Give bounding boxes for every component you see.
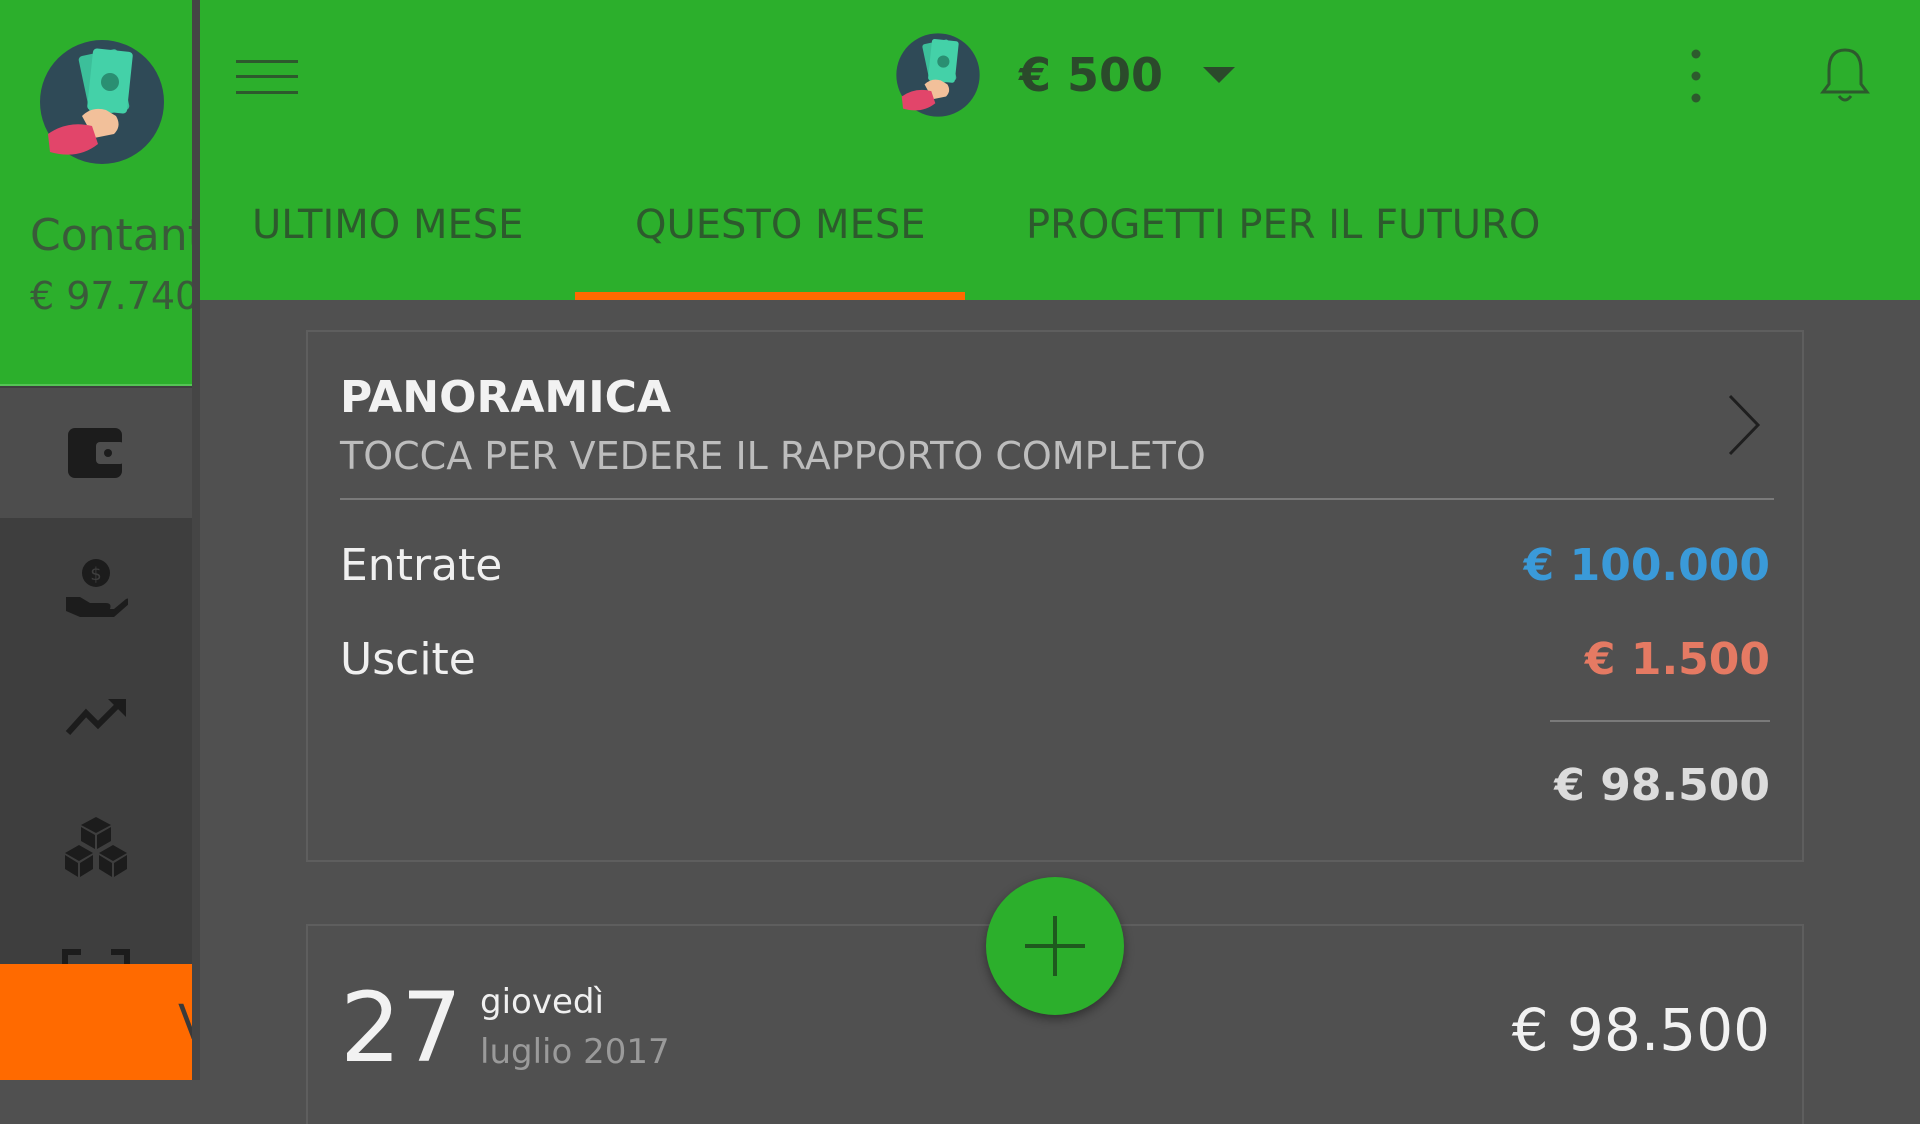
overview-title: PANORAMICA <box>340 372 671 423</box>
overview-total: € 98.500 <box>1554 760 1770 811</box>
income-label: Entrate <box>340 540 503 591</box>
hand-coin-icon: $ <box>66 559 128 617</box>
day-month-year: luglio 2017 <box>480 1032 670 1072</box>
sidebar: Contanti € 97.740 $ <box>0 0 192 1080</box>
plus-icon <box>1025 916 1085 976</box>
account-balance: € 97.740 <box>30 274 192 318</box>
expense-label: Uscite <box>340 634 476 685</box>
sidebar-banner-text: V <box>178 995 192 1051</box>
overview-divider <box>340 498 1774 500</box>
chevron-right-icon <box>1728 394 1761 456</box>
hamburger-menu-icon[interactable] <box>236 58 298 96</box>
chevron-down-icon <box>1203 67 1236 83</box>
app-header: € 500 ULTIMO MESE QUESTO MESE PROGETTI P… <box>200 0 1920 300</box>
sidebar-item-budgets[interactable]: $ <box>0 522 192 652</box>
income-value: € 100.000 <box>1523 540 1770 591</box>
overview-subtitle: TOCCA PER VEDERE IL RAPPORTO COMPLETO <box>340 434 1206 478</box>
expense-value: € 1.500 <box>1584 634 1770 685</box>
trending-up-icon <box>65 699 126 736</box>
sidebar-item-wallets[interactable] <box>0 388 192 518</box>
more-vertical-icon[interactable] <box>1690 48 1702 104</box>
sidebar-edge <box>192 0 200 1080</box>
active-tab-indicator <box>575 292 965 300</box>
wallet-avatar-icon <box>896 33 980 117</box>
period-tabs: ULTIMO MESE QUESTO MESE PROGETTI PER IL … <box>200 190 1920 300</box>
bell-icon[interactable] <box>1820 46 1870 102</box>
tab-this-month[interactable]: QUESTO MESE <box>635 190 926 300</box>
day-total: € 98.500 <box>1511 996 1770 1064</box>
account-header[interactable]: Contanti € 97.740 <box>0 0 192 384</box>
wallet-balance: € 500 <box>1019 48 1164 102</box>
sidebar-item-assets[interactable] <box>0 782 192 912</box>
wallet-selector[interactable]: € 500 <box>895 32 1236 118</box>
cubes-icon <box>65 817 127 877</box>
tab-last-month[interactable]: ULTIMO MESE <box>252 190 523 300</box>
account-avatar-icon <box>40 40 164 164</box>
account-name: Contanti <box>30 210 192 261</box>
wallet-icon <box>68 428 124 478</box>
sidebar-premium-banner[interactable] <box>0 964 192 1080</box>
sidebar-divider <box>0 384 192 386</box>
overview-card[interactable]: PANORAMICA TOCCA PER VEDERE IL RAPPORTO … <box>306 330 1804 862</box>
day-weekday: giovedì <box>480 982 604 1022</box>
tab-future-plans[interactable]: PROGETTI PER IL FUTURO <box>1026 190 1540 300</box>
sidebar-item-statistics[interactable] <box>0 652 192 782</box>
day-number: 27 <box>340 972 463 1084</box>
add-record-button[interactable] <box>986 877 1124 1015</box>
sum-divider <box>1550 720 1770 722</box>
svg-text:$: $ <box>90 564 101 585</box>
